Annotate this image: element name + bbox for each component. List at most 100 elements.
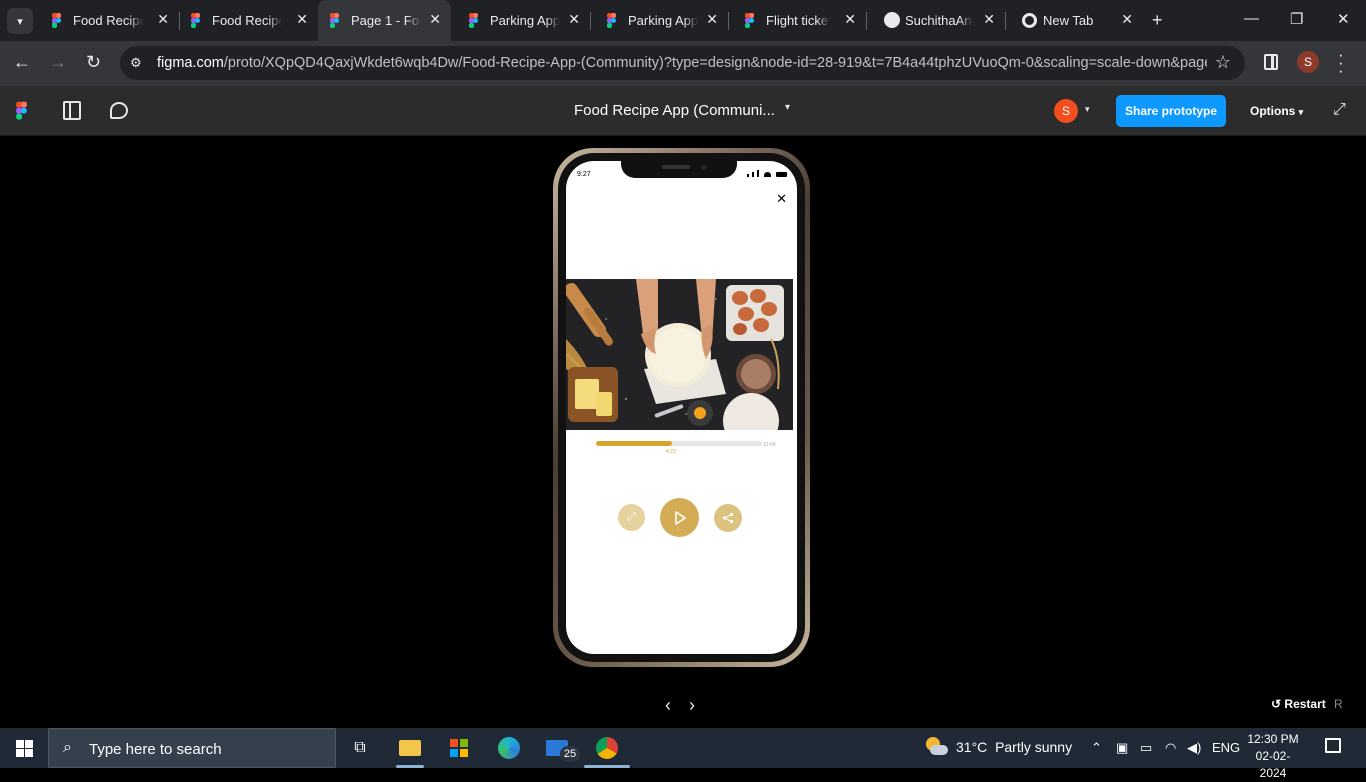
close-window-icon[interactable]: ✕ — [1337, 10, 1350, 28]
edge-icon[interactable] — [497, 736, 521, 760]
reload-icon[interactable]: ↻ — [86, 52, 101, 73]
options-menu[interactable]: Options ▾ — [1250, 104, 1303, 118]
figma-icon — [469, 13, 483, 28]
taskbar-search-box[interactable]: ⌕ Type here to search — [48, 728, 336, 768]
current-time: 4:23 — [666, 449, 676, 455]
close-icon[interactable]: ✕ — [706, 11, 718, 28]
profile-avatar[interactable]: S — [1297, 51, 1319, 73]
minimize-icon[interactable]: — — [1244, 10, 1259, 27]
close-icon[interactable]: ✕ — [568, 11, 580, 28]
figma-logo-icon[interactable] — [16, 101, 27, 120]
share-icon — [722, 512, 734, 524]
menu-dots-icon[interactable]: · · · — [1338, 46, 1344, 79]
restart-label: Restart — [1284, 697, 1326, 711]
chevron-down-icon[interactable]: ▾ — [785, 102, 790, 113]
chevron-up-icon[interactable]: ⌃ — [1091, 740, 1102, 756]
figma-prototype-header: Food Recipe App (Communi... ▾ S ▾ Share … — [0, 86, 1366, 136]
tab-separator — [728, 12, 729, 30]
figma-icon — [607, 13, 621, 28]
recipe-video-frame[interactable] — [566, 279, 793, 430]
close-icon[interactable]: ✕ — [157, 11, 169, 28]
restart-button[interactable]: ↺ Restart — [1271, 697, 1326, 711]
notification-icon[interactable] — [1325, 738, 1341, 753]
phone-bezel: 9:27 ✕ 4:23 12:04 ⤢ — [558, 153, 805, 662]
tab-food-recipe-2[interactable]: Food Recipe App ✕ — [179, 0, 318, 41]
bookmark-star-icon[interactable]: ☆ — [1215, 52, 1231, 73]
windows-taskbar: ⌕ Type here to search ⧉ 25 31°C Partly s… — [0, 728, 1366, 780]
clock-time: 12:30 PM — [1247, 732, 1299, 746]
volume-icon[interactable]: ◀) — [1187, 740, 1201, 756]
user-avatar[interactable]: S — [1054, 99, 1078, 123]
video-progress-track[interactable] — [596, 441, 762, 446]
chevron-down-icon[interactable]: ▾ — [1085, 104, 1090, 115]
share-button[interactable] — [714, 504, 742, 532]
address-bar[interactable]: ⚙ figma.com/proto/XQpQD4QaxjWkdet6wqb4Dw… — [120, 46, 1245, 80]
total-time: 12:04 — [763, 442, 776, 448]
expand-button[interactable]: ⤢ — [618, 504, 645, 531]
phone-frame: 9:27 ✕ 4:23 12:04 ⤢ — [553, 148, 810, 667]
forward-arrow-icon[interactable]: → — [49, 52, 67, 73]
back-arrow-icon[interactable]: ← — [13, 52, 31, 73]
close-icon[interactable]: ✕ — [296, 11, 308, 28]
phone-notch — [621, 161, 737, 178]
figma-icon — [52, 13, 66, 28]
tab-search-button[interactable]: ▾ — [7, 8, 33, 34]
figma-icon — [745, 13, 759, 28]
tab-title: New Tab — [1043, 13, 1094, 28]
video-progress-fill — [596, 441, 673, 446]
sidebar-toggle-icon[interactable] — [63, 101, 81, 120]
file-explorer-icon[interactable] — [398, 736, 422, 760]
system-clock[interactable]: 12:30 PM 02-02-2024 — [1243, 731, 1303, 782]
browser-tab-strip: ▾ Food Recipe App ✕ Food Recipe App ✕ Pa… — [0, 0, 1366, 41]
tab-title: Food Recipe App — [212, 13, 282, 28]
meet-icon[interactable]: ▣ — [1116, 740, 1128, 756]
mail-badge: 25 — [560, 746, 580, 762]
tab-parking-app-1[interactable]: Parking App ✕ — [457, 0, 591, 41]
share-prototype-button[interactable]: Share prototype — [1116, 95, 1226, 127]
weather-widget[interactable]: 31°C Partly sunny — [956, 739, 1072, 755]
wifi-icon — [764, 172, 771, 177]
file-title[interactable]: Food Recipe App (Communi... — [574, 102, 775, 119]
phone-screen: 9:27 ✕ 4:23 12:04 ⤢ — [566, 161, 797, 654]
chevron-down-icon: ▾ — [1298, 107, 1304, 117]
url-text[interactable]: figma.com/proto/XQpQD4QaxjWkdet6wqb4Dw/F… — [157, 55, 1207, 71]
restart-icon: ↺ — [1271, 697, 1282, 711]
battery-icon — [776, 172, 787, 177]
close-icon[interactable]: ✕ — [844, 11, 856, 28]
comment-icon[interactable] — [110, 102, 128, 119]
network-icon[interactable]: ◠ — [1165, 740, 1176, 756]
task-view-icon[interactable]: ⧉ — [348, 736, 372, 760]
tab-new-tab[interactable]: New Tab ✕ — [1010, 0, 1143, 41]
tab-github[interactable]: SuchithaAnand ✕ — [872, 0, 1006, 41]
fullscreen-icon[interactable]: ⤢ — [1333, 101, 1346, 119]
search-icon: ⌕ — [63, 739, 72, 756]
expand-icon: ⤢ — [627, 511, 636, 523]
close-icon[interactable]: ✕ — [429, 11, 441, 28]
status-icons — [747, 170, 787, 177]
tab-separator — [590, 12, 591, 30]
tab-title: Flight ticket booking — [766, 13, 830, 28]
close-icon[interactable]: ✕ — [776, 191, 787, 207]
side-panel-icon[interactable] — [1264, 54, 1278, 70]
previous-frame-arrow-icon[interactable]: ‹ — [665, 695, 671, 716]
play-icon — [674, 510, 686, 525]
microsoft-store-icon[interactable] — [447, 736, 471, 760]
battery-icon[interactable]: ▭ — [1140, 740, 1152, 756]
tab-parking-app-2[interactable]: Parking App ✕ — [595, 0, 729, 41]
site-info-icon[interactable]: ⚙ — [130, 55, 142, 71]
clock-date: 02-02-2024 — [1255, 749, 1291, 780]
language-indicator[interactable]: ENG — [1212, 740, 1240, 755]
windows-start-icon[interactable] — [16, 740, 33, 757]
baking-scene-image — [566, 279, 793, 430]
chrome-icon[interactable] — [595, 736, 619, 760]
tab-page-1-active[interactable]: Page 1 - Food Recipe App ✕ — [318, 0, 451, 41]
new-tab-plus-icon[interactable]: + — [1152, 11, 1163, 29]
play-button[interactable] — [660, 498, 699, 537]
next-frame-arrow-icon[interactable]: › — [689, 695, 695, 716]
search-placeholder: Type here to search — [89, 741, 222, 758]
close-icon[interactable]: ✕ — [1121, 11, 1133, 28]
close-icon[interactable]: ✕ — [983, 11, 995, 28]
tab-food-recipe-1[interactable]: Food Recipe App ✕ — [40, 0, 180, 41]
restore-icon[interactable]: ❐ — [1290, 10, 1303, 28]
tab-flight-ticket[interactable]: Flight ticket booking ✕ — [733, 0, 867, 41]
